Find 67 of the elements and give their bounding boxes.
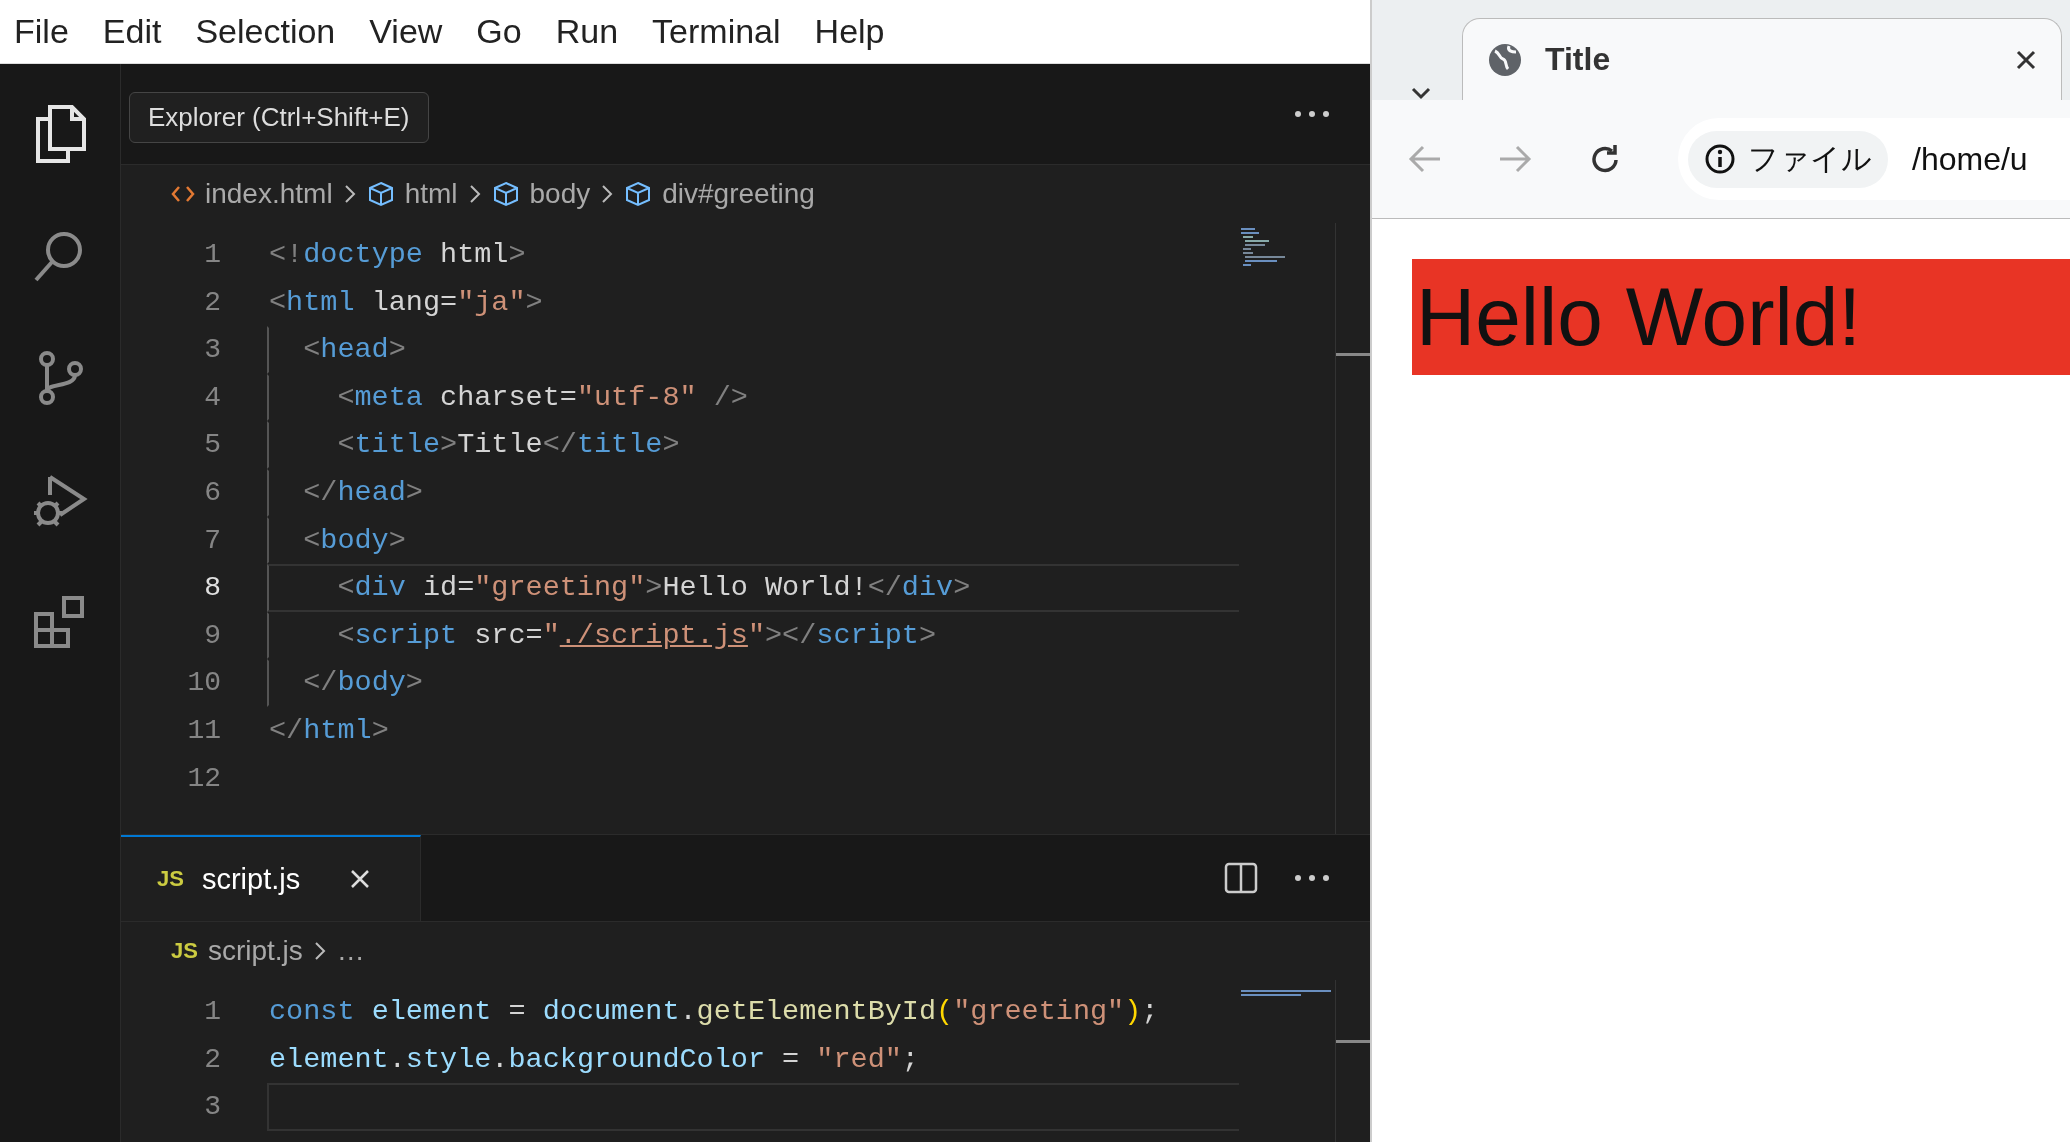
cube-icon (366, 180, 395, 208)
line-number: 12 (186, 761, 221, 796)
code-line: <meta charset="utf-8" /> (267, 373, 1239, 422)
scrollbar-marker (1336, 1040, 1370, 1043)
menu-item[interactable]: Terminal (652, 12, 781, 51)
code-line: <script src="./script.js"></script> (267, 611, 1239, 660)
code-line: </body> (267, 659, 1239, 707)
breadcrumb-item[interactable]: body (529, 178, 591, 210)
chevron-icon (467, 183, 482, 205)
line-number: 11 (186, 713, 221, 748)
line-number: 4 (203, 380, 221, 415)
line-number: 5 (203, 428, 221, 463)
chevron-icon (600, 183, 615, 205)
greeting-heading: Hello World! (1412, 259, 2070, 375)
more-icon[interactable] (1294, 110, 1330, 118)
line-number: 1 (203, 995, 221, 1029)
close-icon[interactable] (2015, 48, 2037, 71)
menu-item[interactable]: Go (476, 12, 522, 51)
line-number: 6 (203, 475, 221, 510)
code-line: <html lang="ja"> (268, 284, 544, 321)
code-line: <head> (267, 326, 1239, 374)
globe-icon (1487, 41, 1523, 78)
code-icon (171, 184, 195, 204)
code-line: <!doctype html> (268, 237, 527, 273)
breadcrumb-item[interactable]: html (404, 178, 458, 210)
code-line: </head> (267, 468, 1239, 517)
cube-icon (624, 180, 653, 208)
line-number: 3 (203, 1090, 221, 1125)
line-number: 10 (186, 666, 221, 701)
menu-item[interactable]: View (369, 12, 443, 51)
cube-icon (491, 180, 520, 208)
tooltip: Explorer (Ctrl+Shift+E) (129, 92, 429, 143)
site-info-chip[interactable]: ファイル (1688, 130, 1888, 188)
info-icon (1704, 143, 1736, 175)
split-editor-icon[interactable] (1224, 862, 1258, 894)
code-line: <div id="greeting">Hello World!</div> (267, 564, 1239, 612)
line-number: 9 (203, 618, 221, 653)
breadcrumb-item[interactable]: … (336, 935, 365, 967)
js-label: JS (171, 938, 198, 964)
line-number: 2 (203, 1042, 221, 1077)
editor-tab[interactable]: JS script.js (121, 835, 421, 921)
line-number: 7 (203, 523, 221, 558)
code-line: element.style.backgroundColor = "red"; (268, 1041, 920, 1078)
line-number: 8 (203, 571, 221, 606)
menu-item[interactable]: Help (814, 12, 885, 51)
code-line: </html> (268, 712, 390, 749)
breadcrumb-item[interactable]: index.html (205, 178, 333, 210)
address-bar[interactable]: ファイル /home/u (1678, 118, 2070, 200)
menu-item[interactable]: Run (555, 12, 619, 51)
chevron-icon (312, 940, 327, 962)
code-line: const element = document.getElementById("greeting"); (268, 994, 1160, 1030)
chevron-down-icon[interactable] (1410, 86, 1432, 100)
chevron-icon (342, 183, 357, 205)
line-number: 3 (203, 333, 221, 368)
url-text: /home/u (1912, 140, 2028, 178)
menu-item[interactable]: Selection (195, 12, 336, 51)
more-icon[interactable] (1294, 874, 1330, 882)
line-number: 2 (203, 285, 221, 320)
scrollbar-marker (1336, 353, 1370, 356)
breadcrumb-item[interactable]: script.js (207, 935, 303, 967)
line-number: 1 (203, 238, 221, 272)
menu-item[interactable]: File (14, 12, 69, 51)
code-line: <body> (267, 516, 1239, 565)
code-line: <title>Title</title> (267, 421, 1239, 469)
browser-tab[interactable]: Title (1462, 18, 2062, 100)
menu-item[interactable]: Edit (102, 12, 162, 51)
breadcrumb-item[interactable]: div#greeting (662, 178, 815, 210)
